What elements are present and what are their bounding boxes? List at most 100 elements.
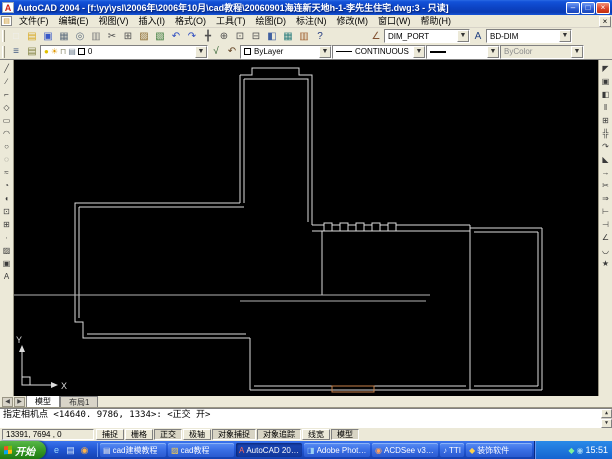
tray-antivirus-icon[interactable]: ◆	[568, 446, 574, 455]
plot-preview-icon[interactable]: ◎	[72, 29, 88, 43]
close-button[interactable]: ×	[596, 2, 610, 14]
make-block-icon[interactable]: ⊞	[0, 218, 13, 231]
menu-item[interactable]: 格式(O)	[170, 15, 211, 28]
layer-previous-icon[interactable]: ↶	[224, 45, 240, 59]
tab-model[interactable]: 模型	[26, 395, 60, 407]
menu-item[interactable]: 修改(M)	[332, 15, 374, 28]
menu-item[interactable]: 视图(V)	[94, 15, 134, 28]
lineweight-combo[interactable]: ▼	[426, 45, 500, 59]
rotate-icon[interactable]: ↷	[599, 140, 612, 153]
tab-scroll-left[interactable]: ◀	[2, 397, 13, 407]
chevron-down-icon[interactable]: ▼	[487, 46, 499, 58]
help-icon[interactable]: ?	[312, 29, 328, 43]
ortho-toggle[interactable]: 正交	[154, 429, 182, 440]
menu-item[interactable]: 工具(T)	[211, 15, 251, 28]
scroll-up-icon[interactable]: ▲	[601, 409, 612, 418]
open-icon[interactable]: ▤	[24, 29, 40, 43]
construction-line-icon[interactable]: ∕	[0, 75, 13, 88]
undo-icon[interactable]: ↶	[168, 29, 184, 43]
media-player-icon[interactable]: ◉	[78, 444, 91, 457]
tray-volume-icon[interactable]: ◉	[576, 446, 583, 455]
restore-button[interactable]: □	[581, 2, 595, 14]
rectangle-icon[interactable]: ▭	[0, 114, 13, 127]
qnew-icon[interactable]: □	[8, 29, 24, 43]
ellipse-icon[interactable]: ◔	[0, 179, 13, 192]
cut-icon[interactable]: ✂	[104, 29, 120, 43]
region-icon[interactable]: ▣	[0, 257, 13, 270]
lineweight-toggle[interactable]: 线宽	[302, 429, 330, 440]
linetype-combo[interactable]: CONTINUOUS ▼	[332, 45, 426, 59]
menu-item[interactable]: 文件(F)	[14, 15, 54, 28]
zoom-realtime-icon[interactable]: ⊕	[216, 29, 232, 43]
menu-item[interactable]: 编辑(E)	[54, 15, 94, 28]
designcenter-icon[interactable]: ▦	[280, 29, 296, 43]
mtext-icon[interactable]: A	[0, 270, 13, 283]
minimize-button[interactable]: –	[566, 2, 580, 14]
array-icon[interactable]: ⊞	[599, 114, 612, 127]
zoom-previous-icon[interactable]: ⊟	[248, 29, 264, 43]
otrack-toggle[interactable]: 对象追踪	[257, 429, 301, 440]
chevron-down-icon[interactable]: ▼	[559, 30, 571, 42]
toolbar-grip[interactable]	[2, 46, 5, 58]
task-decor-software[interactable]: ◆ 装饰软件	[466, 443, 532, 457]
snap-toggle[interactable]: 捕捉	[96, 429, 124, 440]
text-style-icon[interactable]: A	[470, 29, 486, 43]
spline-icon[interactable]: ≈	[0, 166, 13, 179]
chevron-down-icon[interactable]: ▼	[319, 46, 331, 58]
make-layer-current-icon[interactable]: √	[208, 45, 224, 59]
toolbar-grip[interactable]	[2, 30, 5, 42]
match-properties-icon[interactable]: ▧	[152, 29, 168, 43]
polygon-icon[interactable]: ◇	[0, 101, 13, 114]
trim-icon[interactable]: ✂	[599, 179, 612, 192]
task-cad-modeling-tutorial[interactable]: ▤ cad建模教程	[100, 443, 166, 457]
osnap-toggle[interactable]: 对象捕捉	[212, 429, 256, 440]
hatch-icon[interactable]: ▨	[0, 244, 13, 257]
chamfer-icon[interactable]: ∠	[599, 231, 612, 244]
line-icon[interactable]: ╱	[0, 62, 13, 75]
start-button[interactable]: 开始	[0, 441, 46, 459]
tool-palettes-icon[interactable]: ▥	[296, 29, 312, 43]
tab-layout1[interactable]: 布局1	[60, 396, 98, 407]
zoom-window-icon[interactable]: ⊡	[232, 29, 248, 43]
ie-icon[interactable]: e	[50, 444, 63, 457]
menu-item[interactable]: 窗口(W)	[373, 15, 416, 28]
publish-icon[interactable]: ▥	[88, 29, 104, 43]
scale-icon[interactable]: ◣	[599, 153, 612, 166]
task-autocad[interactable]: A AutoCAD 200...	[236, 443, 302, 457]
scroll-down-icon[interactable]: ▼	[601, 419, 612, 428]
paste-icon[interactable]: ▨	[136, 29, 152, 43]
command-scrollbar[interactable]: ▲ ▼	[601, 409, 612, 428]
menu-item[interactable]: 帮助(H)	[416, 15, 457, 28]
point-icon[interactable]: ∙	[0, 231, 13, 244]
move-icon[interactable]: ╬	[599, 127, 612, 140]
ellipse-arc-icon[interactable]: ◖	[0, 192, 13, 205]
properties-icon[interactable]: ◧	[264, 29, 280, 43]
layer-combo[interactable]: ● ☀ ⊓ ▤ 0 ▼	[40, 45, 208, 59]
child-close-button[interactable]: ×	[599, 16, 611, 27]
grid-toggle[interactable]: 栅格	[125, 429, 153, 440]
color-combo[interactable]: ByLayer ▼	[240, 45, 332, 59]
copy-object-icon[interactable]: ▣	[599, 75, 612, 88]
plot-icon[interactable]: ▦	[56, 29, 72, 43]
layer-manager-icon[interactable]: ≡	[8, 45, 24, 59]
polyline-icon[interactable]: ⌐	[0, 88, 13, 101]
layer-states-icon[interactable]: ▤	[24, 45, 40, 59]
fillet-icon[interactable]: ◡	[599, 244, 612, 257]
explode-icon[interactable]: ★	[599, 257, 612, 270]
chevron-down-icon[interactable]: ▼	[457, 30, 469, 42]
task-acdsee[interactable]: ◉ ACDSee v3.1...	[372, 443, 438, 457]
insert-block-icon[interactable]: ⊡	[0, 205, 13, 218]
task-tti[interactable]: ♪ TTI	[440, 443, 464, 457]
menu-item[interactable]: 标注(N)	[291, 15, 332, 28]
stretch-icon[interactable]: →	[599, 166, 612, 179]
polar-toggle[interactable]: 极轴	[183, 429, 211, 440]
model-toggle[interactable]: 模型	[331, 429, 359, 440]
coordinate-readout[interactable]: 13391, 7694 , 0	[2, 429, 94, 440]
text-style-combo[interactable]: BD-DIM ▼	[486, 29, 572, 43]
circle-icon[interactable]: ○	[0, 140, 13, 153]
command-window[interactable]: 指定相机点 <14640. 9786, 1334>: <正交 开> ▲ ▼	[0, 408, 612, 428]
tab-scroll-right[interactable]: ▶	[14, 397, 25, 407]
dim-style-combo[interactable]: DIM_PORT ▼	[384, 29, 470, 43]
menu-item[interactable]: 插入(I)	[134, 15, 171, 28]
revcloud-icon[interactable]: ◌	[0, 153, 13, 166]
